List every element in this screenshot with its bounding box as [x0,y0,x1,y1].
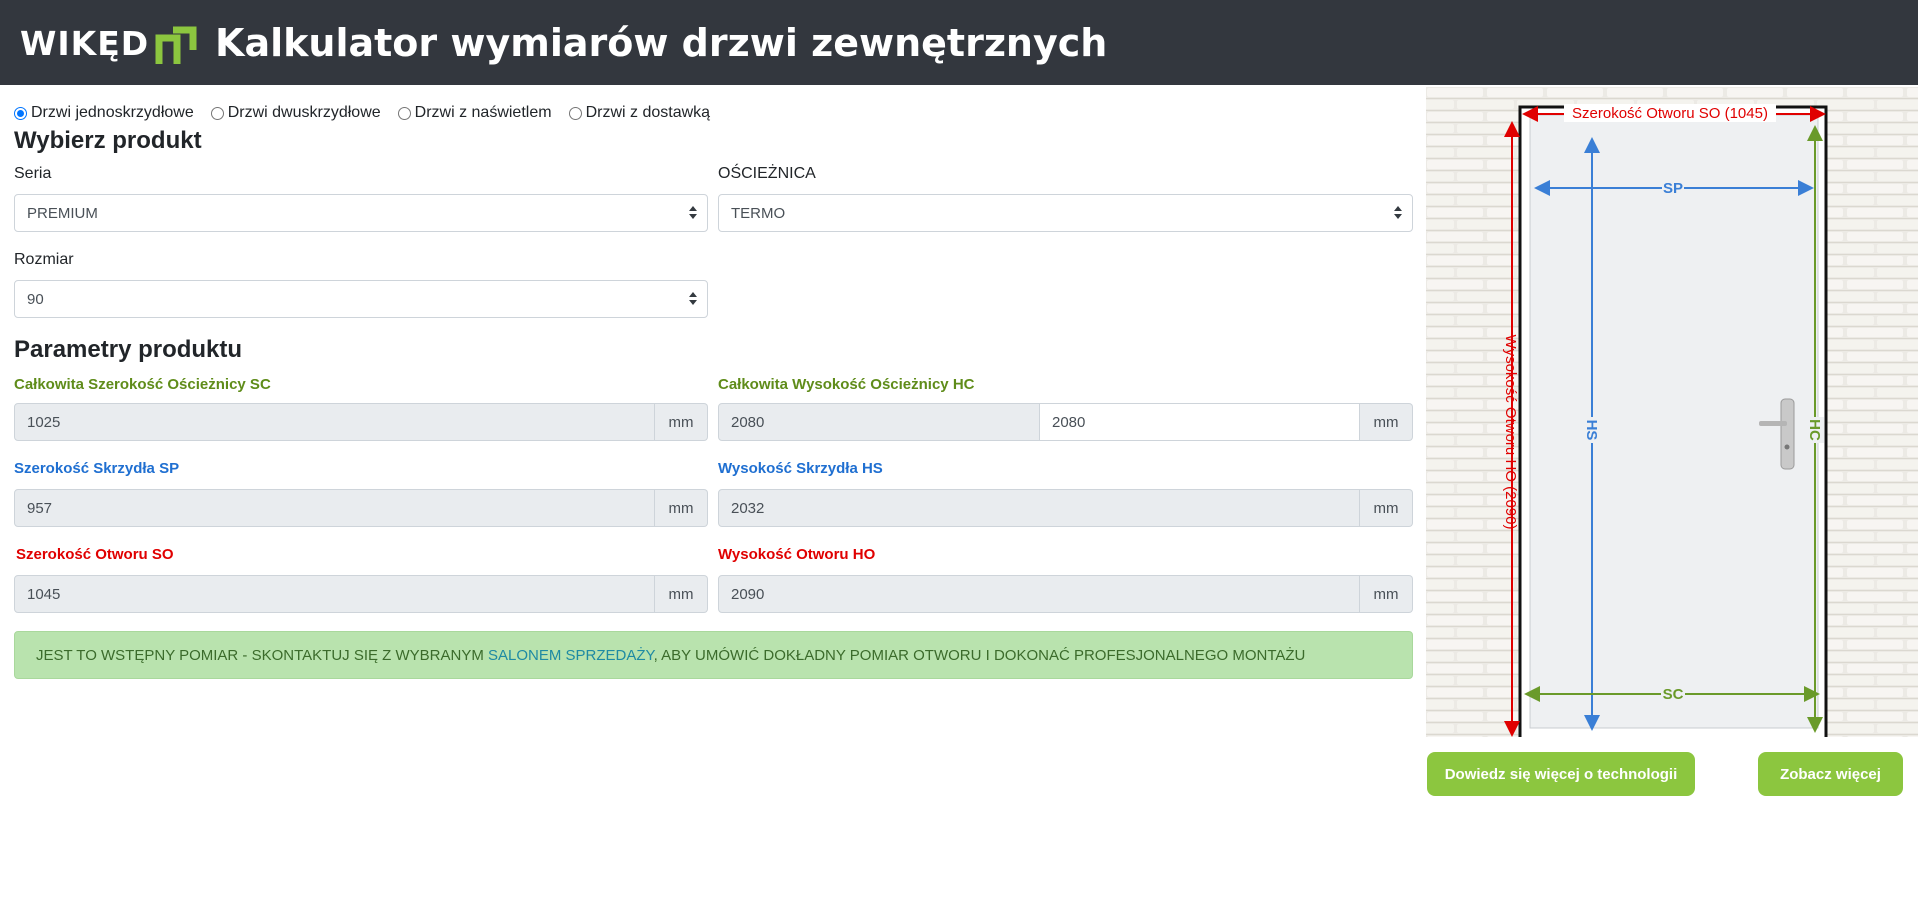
hs-dimension-label: HS [1583,420,1600,441]
radio-single-door[interactable]: Drzwi jednoskrzydłowe [14,104,194,122]
radio-double-door-label[interactable]: Drzwi dwuskrzydłowe [228,104,381,122]
product-params-heading: Parametry produktu [14,336,243,363]
ho-unit: mm [1360,575,1413,613]
hs-label: Wysokość Skrzydła HS [718,460,883,477]
sc-dimension-label: SC [1663,686,1684,703]
hc-field-readonly: 2080 [718,403,1040,441]
select-caret-icon [1394,206,1402,220]
size-select-value: 90 [27,290,44,308]
hc-dimension-label: HC [1806,419,1823,441]
sc-unit: mm [655,403,708,441]
frame-select-value: TERMO [731,204,786,222]
sc-input-group: 1025 mm [14,403,708,441]
so-label: Szerokość Otworu SO [16,546,174,563]
so-unit: mm [655,575,708,613]
ho-label: Wysokość Otworu HO [718,546,876,563]
so-dimension-label: Szerokość Otworu SO (1045) [1572,105,1768,122]
sp-unit: mm [655,489,708,527]
series-select-value: PREMIUM [27,204,98,222]
so-field: 1045 [14,575,655,613]
notice-text-start: JEST TO WSTĘPNY POMIAR - SKONTAKTUJ SIĘ … [36,646,489,664]
door-type-radio-group: Drzwi jednoskrzydłowe Drzwi dwuskrzydłow… [14,102,727,124]
sales-salon-link[interactable]: SALONEM SPRZEDAŻY [488,647,654,664]
series-select[interactable]: PREMIUM [14,194,708,232]
sp-field: 957 [14,489,655,527]
learn-technology-button[interactable]: Dowiedz się więcej o technologii [1427,752,1695,796]
door-diagram-svg: Szerokość Otworu SO (1045) Wysokość Otwo… [1426,87,1918,737]
radio-door-with-sidelight-circle[interactable] [568,106,582,120]
select-product-heading: Wybierz produkt [14,127,202,154]
sp-input-group: 957 mm [14,489,708,527]
hs-input-group: 2032 mm [718,489,1413,527]
see-more-button[interactable]: Zobacz więcej [1758,752,1903,796]
size-select[interactable]: 90 [14,280,708,318]
select-caret-icon [689,206,697,220]
radio-door-with-sidelight[interactable]: Drzwi z dostawką [568,104,710,122]
series-label: Seria [14,165,52,182]
so-input-group: 1045 mm [14,575,708,613]
hc-field-editable[interactable]: 2080 [1040,403,1360,441]
ho-input-group: 2090 mm [718,575,1413,613]
hc-label: Całkowita Wysokość Ościeżnicy HC [718,376,975,393]
radio-double-door-circle[interactable] [210,106,224,120]
notice-text-end: , ABY UMÓWIĆ DOKŁADNY POMIAR OTWORU I DO… [653,646,1306,664]
ho-field: 2090 [718,575,1360,613]
logo-door-icon [153,20,199,66]
ho-dimension-label: Wysokość Otworu HO (2090) [1502,335,1519,530]
sp-dimension-label: SP [1663,180,1683,197]
door-dimension-diagram: Szerokość Otworu SO (1045) Wysokość Otwo… [1426,87,1918,737]
radio-door-with-transom-circle[interactable] [397,106,411,120]
measurement-notice: JEST TO WSTĘPNY POMIAR - SKONTAKTUJ SIĘ … [14,631,1413,679]
sp-label: Szerokość Skrzydła SP [14,460,180,477]
radio-door-with-transom-label[interactable]: Drzwi z naświetlem [415,104,552,122]
hc-unit: mm [1360,403,1413,441]
logo-text: WIKĘD [20,23,150,63]
select-caret-icon [689,292,697,306]
sc-label: Całkowita Szerokość Ościeżnicy SC [14,376,271,393]
size-label: Rozmiar [14,251,74,268]
frame-select[interactable]: TERMO [718,194,1413,232]
app-header: WIKĘD Kalkulator wymiarów drzwi zewnętrz… [0,0,1918,85]
radio-door-with-transom[interactable]: Drzwi z naświetlem [397,104,552,122]
radio-single-door-label[interactable]: Drzwi jednoskrzydłowe [31,104,194,122]
page-title: Kalkulator wymiarów drzwi zewnętrznych [215,21,1108,65]
sc-field: 1025 [14,403,655,441]
hs-field: 2032 [718,489,1360,527]
hs-unit: mm [1360,489,1413,527]
hc-input-group: 2080 2080 mm [718,403,1413,441]
radio-double-door[interactable]: Drzwi dwuskrzydłowe [210,104,381,122]
frame-label: OŚCIEŻNICA [718,165,816,182]
radio-door-with-sidelight-label[interactable]: Drzwi z dostawką [586,104,710,122]
radio-single-door-circle[interactable] [14,106,27,120]
wiked-logo[interactable]: WIKĘD [20,18,199,68]
